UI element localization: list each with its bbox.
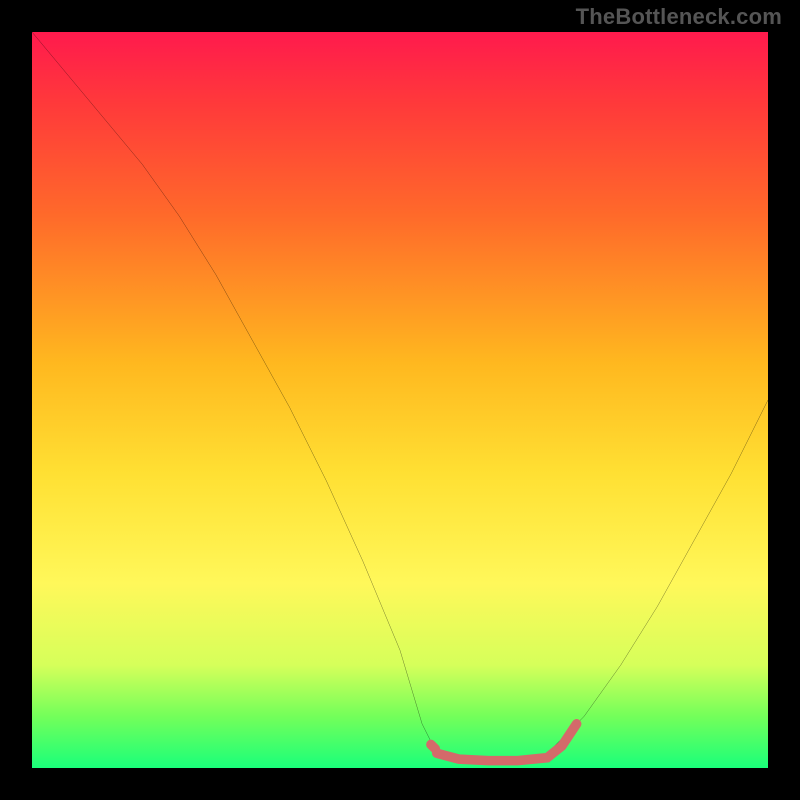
chart-svg (32, 32, 768, 768)
watermark-text: TheBottleneck.com (576, 4, 782, 30)
chart-frame: TheBottleneck.com (0, 0, 800, 800)
optimal-zone-left-dot (431, 744, 435, 748)
bottleneck-curve (32, 32, 768, 761)
optimal-zone (437, 724, 577, 761)
plot-area (32, 32, 768, 768)
